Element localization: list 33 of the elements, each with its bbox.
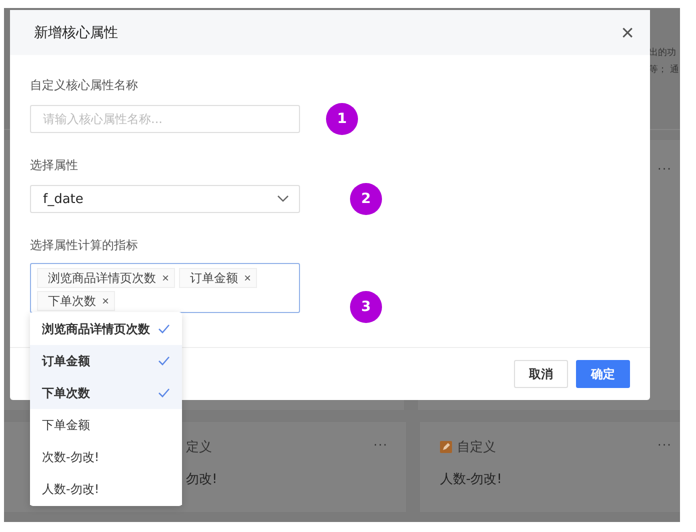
name-input-field[interactable]: 请输入核心属性名称...: [30, 105, 300, 133]
field-label: 自定义核心属性名称: [30, 77, 139, 94]
dropdown-option[interactable]: 次数-勿改!: [30, 441, 182, 473]
pencil-icon: [440, 441, 452, 453]
dropdown-option[interactable]: 下单次数: [30, 377, 182, 409]
field-label: 选择属性: [30, 157, 79, 174]
check-icon: [158, 356, 170, 366]
confirm-button[interactable]: 确定: [576, 360, 630, 388]
chevron-down-icon: [277, 195, 289, 203]
card-text: 人数-勿改!: [440, 471, 502, 488]
dropdown-option[interactable]: 浏览商品详情页次数: [30, 313, 182, 345]
cancel-button[interactable]: 取消: [514, 360, 568, 388]
card-tag: 定义: [186, 438, 212, 456]
step-number-badge: 3: [350, 291, 382, 323]
tag-label: 浏览商品详情页次数: [48, 270, 156, 286]
step-number-badge: 2: [350, 183, 382, 215]
close-button[interactable]: ×: [621, 22, 634, 44]
dropdown-option[interactable]: 订单金额: [30, 345, 182, 377]
more-icon: ···: [658, 162, 672, 176]
field-label: 选择属性计算的指标: [30, 237, 139, 254]
dialog-title: 新增核心属性: [34, 24, 118, 42]
step-number-badge: 1: [326, 103, 358, 135]
card-text: 勿改!: [186, 471, 218, 488]
check-icon: [158, 324, 170, 334]
dropdown-option[interactable]: 人数-勿改!: [30, 473, 182, 505]
card-tag: 自定义: [440, 438, 496, 456]
check-icon: [158, 388, 170, 398]
tag-label: 订单金额: [190, 270, 238, 286]
background-text: 等； 通: [649, 64, 680, 76]
dropdown-option[interactable]: 下单金额: [30, 409, 182, 441]
metrics-multi-select[interactable]: 浏览商品详情页次数 × 订单金额 × 下单次数 ×: [30, 263, 300, 313]
attribute-select[interactable]: f_date: [30, 185, 300, 213]
tag-label: 下单次数: [48, 292, 96, 310]
